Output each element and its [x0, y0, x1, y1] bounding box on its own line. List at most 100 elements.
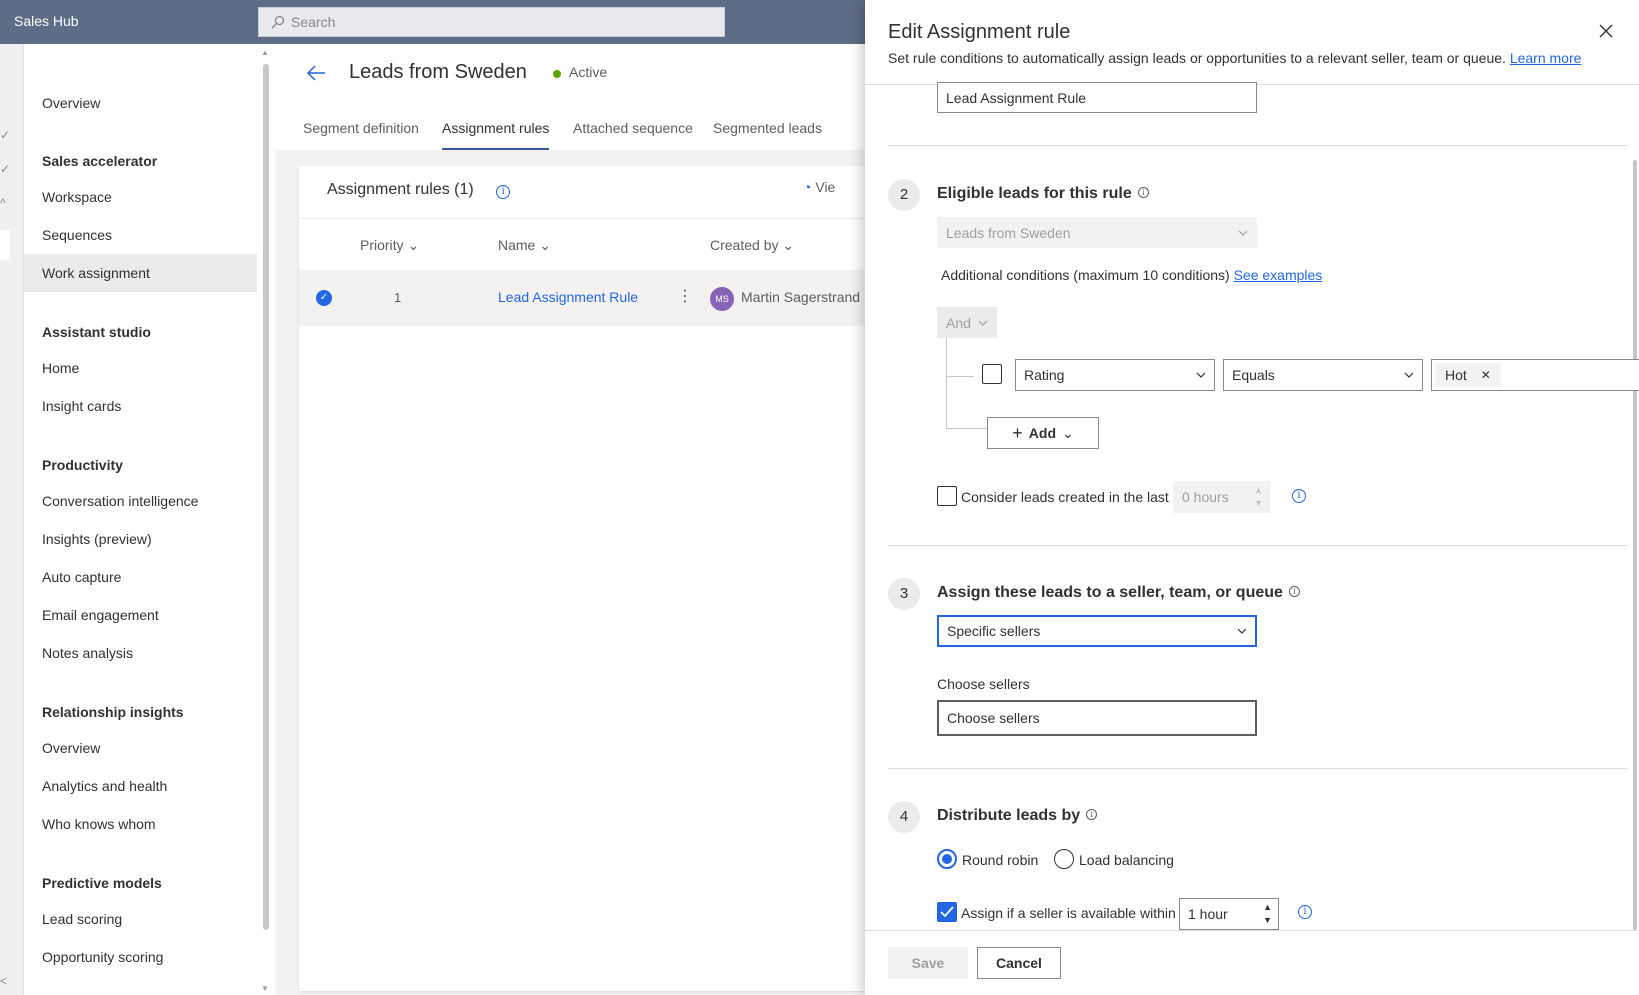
add-condition-button[interactable]: + Add ⌄: [987, 417, 1099, 449]
sidebar-heading-assistant-studio: Assistant studio: [42, 324, 151, 340]
info-icon[interactable]: i: [1292, 489, 1306, 503]
rail-check-icon[interactable]: ✓: [0, 162, 10, 176]
save-button[interactable]: Save: [888, 947, 968, 979]
condition-operator-value: Equals: [1232, 367, 1275, 383]
tree-line: [946, 376, 974, 377]
sidebar-item-conversation-intelligence[interactable]: Conversation intelligence: [24, 482, 257, 520]
card-title-text: Assignment rules (1): [327, 181, 474, 198]
scroll-up-icon[interactable]: ▲: [261, 48, 269, 57]
consider-leads-checkbox[interactable]: [937, 486, 957, 506]
step-title: Distribute leads by i: [937, 807, 1098, 825]
rail-selected-marker: [0, 230, 10, 260]
sidebar-item-email-engagement[interactable]: Email engagement: [24, 596, 257, 634]
panel-scrollbar[interactable]: [1633, 160, 1637, 930]
back-arrow-icon[interactable]: [305, 62, 327, 84]
learn-more-link[interactable]: Learn more: [1510, 50, 1582, 66]
rail-check-icon[interactable]: ✓: [0, 128, 10, 142]
sidebar-item-relationship-overview[interactable]: Overview: [24, 729, 257, 767]
info-icon[interactable]: i: [496, 185, 511, 199]
tab-segment-definition[interactable]: Segment definition: [303, 120, 419, 150]
step-title-text: Eligible leads for this rule: [937, 185, 1132, 202]
choose-sellers-input[interactable]: Choose sellers: [937, 700, 1257, 736]
section-divider: [888, 545, 1628, 546]
see-examples-link[interactable]: See examples: [1234, 267, 1323, 283]
app-title[interactable]: Sales Hub: [14, 13, 79, 29]
sidebar-item-overview[interactable]: Overview: [24, 84, 257, 122]
row-created-by: Martin Sagerstrand: [741, 289, 861, 305]
sidebar-item-label: Who knows whom: [42, 816, 156, 832]
round-robin-label[interactable]: Round robin: [962, 852, 1038, 868]
sidebar-item-notes-analysis[interactable]: Notes analysis: [24, 634, 257, 672]
search-placeholder: Search: [291, 14, 336, 30]
info-icon[interactable]: i: [1298, 905, 1312, 919]
row-selected-check-icon[interactable]: ✓: [316, 290, 332, 306]
sidebar-item-insights-preview[interactable]: Insights (preview): [24, 520, 257, 558]
sidebar-item-workspace[interactable]: Workspace: [24, 178, 257, 216]
column-header-priority[interactable]: Priority ⌄: [360, 237, 419, 254]
panel-footer: Save Cancel: [865, 931, 1639, 995]
column-label: Priority: [360, 237, 404, 253]
sidebar-item-sequences[interactable]: Sequences: [24, 216, 257, 254]
sidebar-item-label: Notes analysis: [42, 645, 134, 661]
availability-spinner[interactable]: 1 hour ▲ ▼: [1179, 898, 1279, 930]
tab-assignment-rules[interactable]: Assignment rules: [442, 120, 550, 150]
cancel-button[interactable]: Cancel: [977, 947, 1061, 979]
and-group-dropdown[interactable]: And: [937, 307, 997, 338]
rail-caret-icon[interactable]: ^: [0, 196, 10, 210]
round-robin-radio[interactable]: [937, 849, 957, 869]
info-icon[interactable]: i: [1086, 809, 1098, 820]
sidebar-item-home[interactable]: Home: [24, 349, 257, 387]
value-tag-label: Hot: [1445, 367, 1467, 383]
assign-if-available-checkbox[interactable]: [937, 902, 957, 922]
sidebar-item-insight-cards[interactable]: Insight cards: [24, 387, 257, 425]
condition-field-value: Rating: [1024, 367, 1065, 383]
condition-row-checkbox[interactable]: [982, 364, 1002, 384]
column-header-name[interactable]: Name ⌄: [498, 237, 551, 254]
sidebar-item-label: Auto capture: [42, 569, 122, 585]
sidebar-item-auto-capture[interactable]: Auto capture: [24, 558, 257, 596]
condition-operator-dropdown[interactable]: Equals: [1223, 359, 1423, 391]
chevron-down-icon: ⌄: [407, 237, 420, 253]
tab-segmented-leads[interactable]: Segmented leads: [713, 120, 822, 150]
left-rail: ✓ ✓ ^ <: [0, 44, 24, 995]
close-icon[interactable]: [1597, 22, 1615, 40]
top-bar: Sales Hub Search: [0, 0, 865, 44]
sidebar-item-analytics-and-health[interactable]: Analytics and health: [24, 767, 257, 805]
view-button[interactable]: ◔ Vie: [803, 179, 835, 195]
column-header-created-by[interactable]: Created by ⌄: [710, 237, 794, 254]
spinner-arrows-icon[interactable]: ▲ ▼: [1263, 901, 1272, 927]
load-balancing-radio[interactable]: [1054, 849, 1074, 869]
chevron-down-icon: [1404, 372, 1414, 378]
add-label: Add: [1028, 425, 1056, 441]
sidebar-heading-productivity: Productivity: [42, 457, 123, 473]
table-row[interactable]: ✓ 1 Lead Assignment Rule ⋮ MS Martin Sag…: [299, 270, 865, 326]
sidebar-item-work-assignment[interactable]: Work assignment: [24, 254, 257, 292]
info-icon[interactable]: i: [1288, 586, 1300, 597]
remove-tag-icon[interactable]: ✕: [1481, 368, 1491, 382]
spinner-arrows-icon: ▲ ▼: [1254, 485, 1263, 508]
sidebar-scrollbar[interactable]: [263, 64, 269, 930]
sidebar-item-who-knows-whom[interactable]: Who knows whom: [24, 805, 257, 843]
tab-attached-sequence[interactable]: Attached sequence: [573, 120, 693, 150]
more-options-icon[interactable]: ⋮: [677, 286, 693, 306]
status-dot: [553, 70, 561, 78]
sidebar-item-lead-scoring[interactable]: Lead scoring: [24, 900, 257, 938]
step-number: 4: [888, 801, 920, 833]
search-box[interactable]: Search: [258, 7, 725, 37]
assign-to-dropdown[interactable]: Specific sellers: [937, 615, 1257, 647]
rail-expand-icon[interactable]: <: [0, 974, 10, 988]
row-name-link[interactable]: Lead Assignment Rule: [498, 289, 638, 305]
sidebar-item-opportunity-scoring[interactable]: Opportunity scoring: [24, 938, 257, 976]
condition-value-input[interactable]: Hot ✕: [1431, 359, 1639, 391]
sidebar-item-label: Overview: [42, 740, 101, 756]
load-balancing-label[interactable]: Load balancing: [1079, 852, 1174, 868]
scroll-down-icon[interactable]: ▼: [261, 984, 269, 993]
choose-sellers-placeholder: Choose sellers: [947, 710, 1040, 726]
card-divider: [299, 218, 865, 219]
rule-name-input[interactable]: Lead Assignment Rule: [937, 82, 1257, 113]
column-label: Created by: [710, 237, 779, 253]
condition-field-dropdown[interactable]: Rating: [1015, 359, 1215, 391]
info-icon[interactable]: i: [1137, 187, 1149, 198]
value-tag: Hot ✕: [1435, 363, 1501, 387]
page-title: Leads from Sweden: [349, 61, 527, 83]
